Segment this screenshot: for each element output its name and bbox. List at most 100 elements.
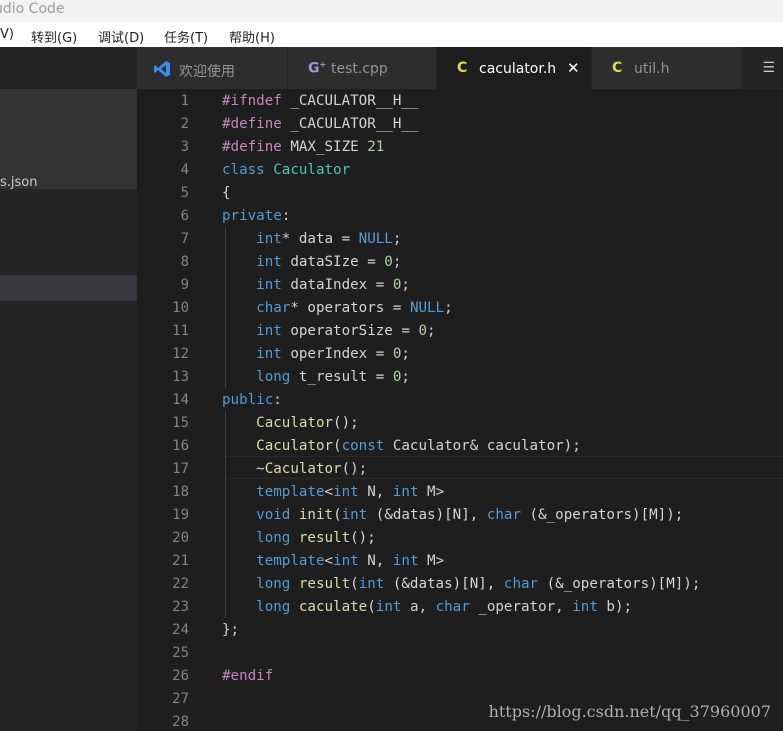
code-line[interactable]: private: xyxy=(222,205,290,228)
code-token: N, xyxy=(358,553,393,569)
code-line[interactable]: int dataIndex = 0; xyxy=(222,274,410,297)
code-token: #endif xyxy=(222,668,274,684)
close-icon[interactable]: ✕ xyxy=(567,59,580,77)
more-actions-icon[interactable]: ☰ xyxy=(762,60,775,76)
code-line[interactable]: template<int N, int M> xyxy=(222,481,444,504)
sidebar-section xyxy=(0,89,137,189)
line-number: 16 xyxy=(172,438,189,454)
code-token: t_result = xyxy=(290,369,393,385)
line-number: 18 xyxy=(172,484,189,500)
code-line[interactable]: long result(int (&datas)[N], char (&_ope… xyxy=(222,573,700,596)
code-line[interactable]: #endif xyxy=(222,665,273,688)
code-token: Caculator xyxy=(256,438,334,454)
line-number: 27 xyxy=(172,691,189,707)
c-icon: C xyxy=(612,60,623,76)
code-token: * data = xyxy=(281,231,359,247)
code-token: caculate xyxy=(298,599,368,615)
code-token: int xyxy=(392,553,419,569)
code-token: int xyxy=(256,277,282,293)
code-line[interactable]: template<int N, int M> xyxy=(222,550,444,573)
code-line[interactable]: int operIndex = 0; xyxy=(222,343,410,366)
code-line[interactable]: long result(); xyxy=(222,527,376,550)
code-line[interactable]: Caculator(); xyxy=(222,412,359,435)
code-token: (&datas)[N], xyxy=(384,576,504,592)
line-number: 1 xyxy=(180,93,189,109)
code-token: ; xyxy=(401,346,410,362)
code-token: int xyxy=(256,254,282,270)
tab-caculator-h[interactable]: C caculator.h ✕ xyxy=(437,47,592,89)
menu-item-view[interactable]: V) xyxy=(0,27,14,42)
code-line[interactable]: int operatorSize = 0; xyxy=(222,320,435,343)
code-token: long xyxy=(256,576,291,592)
line-number: 22 xyxy=(172,576,189,592)
line-number: 7 xyxy=(180,231,189,247)
code-token: a, xyxy=(401,599,436,615)
code-token: dataIndex = xyxy=(281,277,393,293)
code-token: ( xyxy=(333,438,342,454)
code-token: int xyxy=(572,599,598,615)
code-token: * operators = xyxy=(290,300,410,316)
code-token: }; xyxy=(222,622,240,638)
line-number: 23 xyxy=(172,599,189,615)
code-token: ~ xyxy=(222,461,265,477)
code-line[interactable]: { xyxy=(222,182,231,205)
watermark: https://blog.csdn.net/qq_37960007 xyxy=(488,702,771,721)
menu-item-debug[interactable]: 调试(D) xyxy=(98,27,144,46)
code-line[interactable]: class Caculator xyxy=(222,159,350,182)
code-line[interactable]: }; xyxy=(222,619,239,642)
code-token: : xyxy=(273,392,282,408)
code-line[interactable]: #define _CACULATOR__H__ xyxy=(222,113,418,136)
code-editor[interactable]: 1 2 3 4 5 6 7 8 9 10 11 12 13 14 15 16 17 18 19 20 21 22 23 24 2… xyxy=(137,89,783,731)
code-token: int xyxy=(358,576,385,592)
window-title: udio Code xyxy=(0,1,65,17)
line-number: 25 xyxy=(172,645,189,661)
code-line[interactable]: long caculate(int a, char _operator, int… xyxy=(222,596,632,619)
code-token: _operator, xyxy=(469,599,573,615)
code-token: const xyxy=(341,438,385,454)
code-line[interactable]: #define MAX_SIZE 21 xyxy=(222,136,384,159)
menu-item-tasks[interactable]: 任务(T) xyxy=(164,27,208,46)
code-token: (); xyxy=(333,415,359,431)
tab-caculator-h-label: caculator.h xyxy=(479,61,557,77)
code-line[interactable]: int* data = NULL; xyxy=(222,228,401,251)
vscode-icon xyxy=(153,60,171,82)
line-number: 26 xyxy=(172,668,189,684)
code-line[interactable]: public: xyxy=(222,389,282,412)
code-line[interactable]: #ifndef _CACULATOR__H__ xyxy=(222,90,418,113)
sidebar-file-item[interactable]: s.json xyxy=(0,175,37,190)
code-line[interactable]: int dataSIze = 0; xyxy=(222,251,401,274)
line-number: 6 xyxy=(180,208,189,224)
sidebar-selected-item[interactable] xyxy=(0,275,137,301)
code-line[interactable]: Caculator(const Caculator& caculator); xyxy=(222,435,581,458)
tab-test-cpp[interactable]: G+ test.cpp xyxy=(288,47,437,89)
line-number: 20 xyxy=(172,530,189,546)
line-number: 13 xyxy=(172,369,189,385)
code-line[interactable]: void init(int (&datas)[N], char (&_opera… xyxy=(222,504,683,527)
code-line[interactable]: ~Caculator(); xyxy=(222,458,367,481)
menu-item-help[interactable]: 帮助(H) xyxy=(229,27,275,46)
code-token: char xyxy=(486,507,521,523)
code-line[interactable]: char* operators = NULL; xyxy=(222,297,453,320)
tab-util-h[interactable]: C util.h xyxy=(592,47,742,89)
code-token: public xyxy=(222,392,274,408)
code-token: template xyxy=(256,484,325,500)
code-token: long xyxy=(256,369,291,385)
menu-item-go[interactable]: 转到(G) xyxy=(31,27,77,46)
tab-welcome[interactable]: 欢迎使用 xyxy=(137,47,288,89)
tab-test-cpp-label: test.cpp xyxy=(331,61,388,77)
code-token: init xyxy=(298,507,334,523)
code-token: ; xyxy=(444,300,453,316)
code-line[interactable]: long t_result = 0; xyxy=(222,366,410,389)
code-token: < xyxy=(324,553,334,569)
